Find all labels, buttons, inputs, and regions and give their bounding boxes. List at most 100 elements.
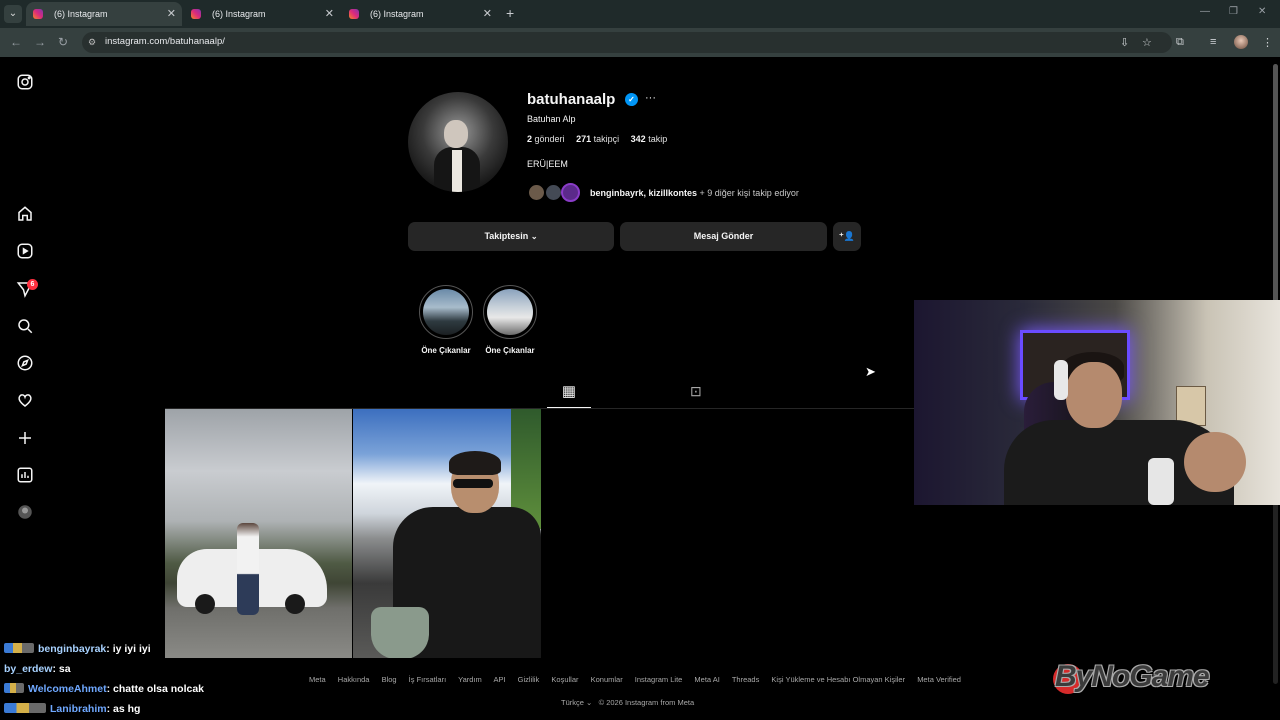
close-tab-icon[interactable]: ✕ [167,2,176,26]
reload-icon[interactable]: ↻ [58,35,68,49]
following-button[interactable]: Takiptesin ⌄ [408,222,614,251]
browser-tab-2[interactable]: (6) Instagram ✕ [184,2,340,26]
following-stat[interactable]: 342 takip [631,134,668,144]
verified-badge-icon: ✓ [625,93,638,106]
instagram-favicon-icon [191,9,201,19]
bookmark-star-icon[interactable]: ☆ [1142,36,1152,49]
footer-link[interactable]: Meta [309,675,326,684]
chat-username: by_erdew [4,663,53,675]
search-icon[interactable] [16,317,34,335]
followed-by-names: benginbayrk, kizillkontes [590,188,698,198]
followed-by-text[interactable]: benginbayrk, kizillkontes + 9 diğer kişi… [590,188,799,198]
media-controls-icon[interactable]: ≡ [1210,36,1216,48]
footer-link[interactable]: Koşullar [551,675,578,684]
dashboard-icon[interactable] [16,466,34,484]
add-person-icon: ⁺👤 [839,231,855,241]
notifications-heart-icon[interactable] [16,391,34,409]
chat-text: : chatte olsa nolcak [106,683,205,695]
site-info-icon[interactable]: ⚙ [88,37,100,48]
reels-icon[interactable] [16,242,34,260]
chrome-menu-icon[interactable]: ⋮ [1262,36,1273,49]
footer-link[interactable]: Meta Verified [917,675,961,684]
language-selector[interactable]: Türkçe ⌄ [561,698,592,707]
chat-message: Lanibrahim: as hg [4,703,140,715]
streamer-webcam-overlay [914,300,1280,505]
webcam-streamer-head [1066,362,1122,428]
create-plus-icon[interactable] [16,429,34,447]
posts-label: gönderi [534,134,565,144]
footer-link[interactable]: Blog [382,675,397,684]
footer-bottom: Türkçe ⌄ © 2026 Instagram from Meta [561,698,694,707]
minimize-icon[interactable]: — [1200,6,1210,17]
post-person-shape [237,523,259,615]
instagram-favicon-icon [33,9,43,19]
url-text: instagram.com/batuhanaalp/ [105,36,225,47]
footer-link[interactable]: İş Fırsatları [409,675,447,684]
instagram-favicon-icon [349,9,359,19]
profile-username: batuhanaalp [527,91,616,108]
post-thumbnail[interactable] [353,409,541,658]
chat-message: WelcomeAhmet: chatte olsa nolcak [4,683,204,695]
new-tab-icon[interactable]: + [506,5,514,21]
browser-profile-avatar[interactable] [1234,35,1248,49]
more-options-icon[interactable]: ··· [645,92,656,104]
followers-stat[interactable]: 271 takipçi [576,134,619,144]
close-tab-icon[interactable]: ✕ [483,2,492,26]
profile-bio: ERÜ|EEM [527,159,568,169]
footer-link[interactable]: Kişi Yükleme ve Hesabı Olmayan Kişiler [771,675,905,684]
extensions-icon[interactable]: ⧉ [1176,36,1184,49]
close-tab-icon[interactable]: ✕ [325,2,334,26]
back-icon[interactable]: ← [10,35,22,49]
close-window-icon[interactable]: ✕ [1258,6,1266,17]
chevron-down-icon: ⌄ [586,698,593,707]
profile-avatar-icon[interactable] [16,503,34,521]
following-button-label: Takiptesin [484,231,529,241]
browser-tab-1[interactable]: (6) Instagram ✕ [26,2,182,26]
footer-link[interactable]: Hakkında [338,675,370,684]
tab-search-button[interactable]: ⌄ [4,5,22,23]
chat-user-badges [4,703,46,713]
mutual-followers-avatars[interactable] [527,183,587,203]
restore-icon[interactable]: ❐ [1229,6,1238,17]
following-label: takip [648,134,668,144]
post-bowl-shape [371,607,429,658]
home-icon[interactable] [16,205,34,223]
suggest-accounts-button[interactable]: ⁺👤 [833,222,861,251]
story-highlight-1[interactable] [419,285,473,339]
footer-link[interactable]: Yardım [458,675,482,684]
chat-username: benginbayrak [38,643,107,655]
post-thumbnail[interactable] [165,409,352,658]
address-bar[interactable]: ⚙ instagram.com/batuhanaalp/ [82,32,1172,53]
post-car-wheel [285,594,305,614]
footer-link[interactable]: Konumlar [591,675,623,684]
instagram-logo-icon[interactable] [16,73,34,91]
posts-grid-tab[interactable]: ▦ [547,380,591,408]
mutual-follower-avatar [561,183,580,202]
followers-label: takipçi [593,134,620,144]
webcam-headset [1054,360,1068,400]
following-count: 342 [630,134,646,144]
send-message-label: Mesaj Gönder [693,231,754,241]
story-highlight-2[interactable] [483,285,537,339]
install-app-icon[interactable]: ⇩ [1120,36,1129,49]
forward-icon[interactable]: → [34,35,46,49]
footer-link[interactable]: Instagram Lite [635,675,683,684]
browser-tab-3[interactable]: (6) Instagram ✕ [342,2,498,26]
chat-text: : iy iyi iyi [106,643,151,655]
notification-badge: 6 [27,279,38,290]
tab-title: (6) Instagram [212,9,266,19]
profile-picture[interactable] [408,92,508,192]
post-car-wheel [195,594,215,614]
posts-stat: 2 gönderi [527,134,565,144]
footer-link[interactable]: API [493,675,505,684]
highlight-thumbnail [487,289,533,335]
explore-compass-icon[interactable] [16,354,34,372]
mouse-cursor-icon: ➤ [865,364,876,379]
tagged-tab[interactable]: ⊡ [690,383,702,400]
footer-link[interactable]: Threads [732,675,760,684]
footer-link[interactable]: Gizlilik [518,675,540,684]
footer-link[interactable]: Meta AI [694,675,719,684]
profile-picture-face [444,120,468,148]
send-message-button[interactable]: Mesaj Gönder [620,222,827,251]
stream-watermark: ByNoGame [1055,660,1210,693]
